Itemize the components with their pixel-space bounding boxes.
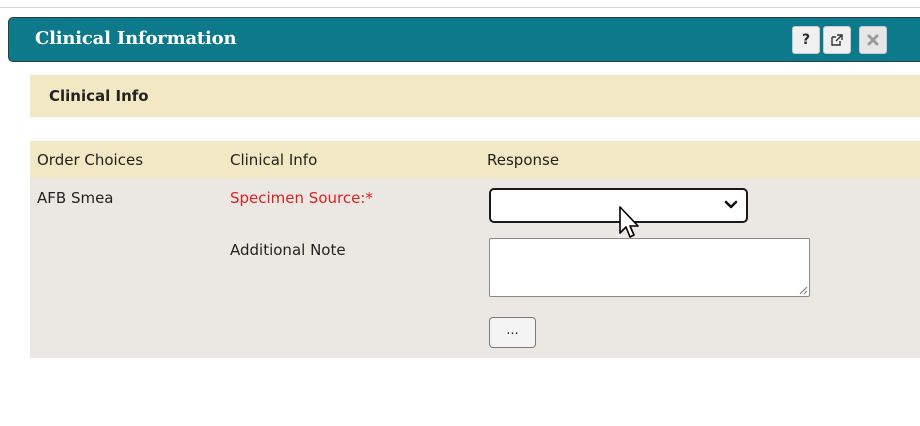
clinical-information-dialog: Clinical Information ? Clinical Info Ord… <box>0 0 920 426</box>
additional-note-label: Additional Note <box>230 241 346 259</box>
dialog-titlebar[interactable]: Clinical Information ? <box>8 17 920 62</box>
specimen-source-select[interactable] <box>489 188 748 223</box>
table-header-row: Order Choices Clinical Info Response <box>30 141 920 178</box>
dialog-title: Clinical Information <box>35 28 237 49</box>
column-header-clinical-info: Clinical Info <box>230 151 318 169</box>
help-label: ? <box>801 32 811 48</box>
help-button[interactable]: ? <box>792 26 820 54</box>
close-button[interactable] <box>859 26 887 54</box>
column-header-response: Response <box>487 151 560 169</box>
close-icon <box>867 34 879 46</box>
section-title: Clinical Info <box>49 87 149 105</box>
column-header-order-choices: Order Choices <box>37 151 144 169</box>
popout-icon <box>831 34 843 46</box>
specimen-source-label: Specimen Source:* <box>230 189 373 207</box>
order-choice-value: AFB Smea <box>37 189 114 207</box>
more-options-label: ... <box>506 323 519 338</box>
resize-grip-icon[interactable] <box>798 285 808 295</box>
chevron-down-icon <box>724 200 738 209</box>
popout-button[interactable] <box>823 26 851 54</box>
additional-note-textarea[interactable] <box>489 238 810 297</box>
table-row: AFB Smea Specimen Source:* Additional No… <box>30 178 920 358</box>
more-options-button[interactable]: ... <box>489 317 536 348</box>
section-header: Clinical Info <box>30 75 920 117</box>
